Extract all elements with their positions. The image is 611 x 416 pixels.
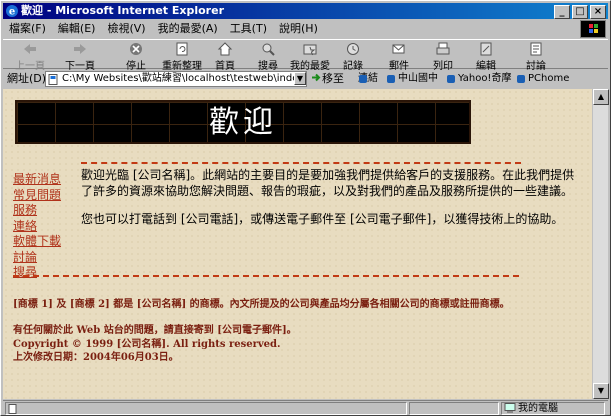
menu-view[interactable]: 檢視(V) [101,20,151,38]
window-title: 歡迎 - Microsoft Internet Explorer [21,4,224,17]
last-modified: 上次修改日期：2004年06月03日。 [13,352,179,363]
scroll-down-arrow[interactable]: ▼ [593,383,609,399]
nav-link-news[interactable]: 最新消息 [13,172,61,188]
edit-page-icon [480,42,492,56]
links-label: 連結 [358,71,378,87]
go-button[interactable]: 移至 [311,70,344,88]
go-label: 移至 [322,72,344,85]
home-icon [217,42,233,56]
browser-window: e 歡迎 - Microsoft Internet Explorer _ □ ×… [0,0,611,416]
printer-icon [436,42,450,55]
mail-icon [392,44,405,54]
history-button[interactable]: 記錄 [337,42,369,72]
vertical-scrollbar[interactable]: ▲ ▼ [592,89,609,399]
favorites-folder-icon [303,44,317,56]
home-button[interactable]: 首頁 [209,42,241,72]
maximize-button[interactable]: □ [572,5,588,19]
menu-bar: 檔案(F) 編輯(E) 檢視(V) 我的最愛(A) 工具(T) 說明(H) [3,20,608,38]
ie-icon: e [6,5,18,18]
discuss-icon [530,42,542,56]
menu-edit[interactable]: 編輯(E) [52,20,102,38]
minimize-button[interactable]: _ [554,5,570,19]
back-arrow-icon [24,44,36,54]
nav-link-search[interactable]: 搜尋 [13,265,61,281]
windows-logo-icon [580,20,606,38]
refresh-icon [176,42,188,56]
page-icon [48,74,58,85]
security-zone: 我的電腦 [501,402,605,415]
menu-help[interactable]: 說明(H) [273,20,324,38]
trademark-notice: [商標 1] 及 [商標 2] 都是 [公司名稱] 的商標。內文所提及的公司與產… [13,299,510,310]
svg-text:e: e [9,7,15,18]
link-zhongshan[interactable]: 中山國中 [386,71,438,87]
nav-link-contact[interactable]: 連絡 [13,219,61,235]
search-button[interactable]: 搜尋 [251,42,285,72]
nav-link-downloads[interactable]: 軟體下載 [13,234,61,250]
contact-notice: 有任何關於此 Web 站台的問題，請直接寄到 [公司電子郵件]。 [13,325,297,336]
discuss-button[interactable]: 討論 [519,42,553,72]
toolbar: 上一頁 下一頁 停止 重新整理 首頁 搜尋 我的最愛 記錄 郵件 列印 編輯 討… [3,39,608,72]
menu-tools[interactable]: 工具(T) [224,20,273,38]
stop-icon [130,43,142,55]
go-arrow-icon [312,73,321,82]
page-done-icon [8,404,17,414]
edit-button[interactable]: 編輯 [469,42,503,72]
scroll-up-arrow[interactable]: ▲ [593,89,609,105]
print-button[interactable]: 列印 [427,42,459,72]
intro-paragraph: 歡迎光臨 [公司名稱]。此網站的主要目的是要加強我們提供給客戶的支援服務。在此我… [81,168,575,198]
mail-button[interactable]: 郵件 [381,42,417,72]
bottom-divider [13,275,519,277]
title-bar[interactable]: e 歡迎 - Microsoft Internet Explorer _ □ × [3,3,608,19]
status-progress [409,402,499,415]
stop-button[interactable]: 停止 [117,42,155,72]
link-yahoo[interactable]: Yahoo!奇摩 [446,71,511,87]
close-button[interactable]: × [590,5,606,19]
forward-button[interactable]: 下一頁 [55,42,105,72]
nav-link-discussion[interactable]: 討論 [13,250,61,266]
menu-file[interactable]: 檔案(F) [3,20,52,38]
back-button[interactable]: 上一頁 [11,42,49,72]
nav-link-faq[interactable]: 常見問題 [13,188,61,204]
top-divider [81,162,521,164]
address-bar: 網址(D) C:\My Websites\歡站練習\localhost\test… [3,70,608,88]
page-content: 歡迎 最新消息 常見問題 服務 連絡 軟體下載 討論 搜尋 歡迎光臨 [公司名稱… [3,89,594,399]
history-icon [347,43,359,55]
search-icon [262,43,275,56]
side-nav: 最新消息 常見問題 服務 連絡 軟體下載 討論 搜尋 [13,172,61,281]
refresh-button[interactable]: 重新整理 [157,42,207,72]
security-zone-label: 我的電腦 [518,403,558,414]
banner-title: 歡迎 [209,105,277,140]
nav-link-services[interactable]: 服務 [13,203,61,219]
contact-paragraph: 您也可以打電話到 [公司電話]，或傳送電子郵件至 [公司電子郵件]，以獲得技術上… [81,212,564,226]
welcome-banner: 歡迎 [15,100,471,144]
link-pchome[interactable]: PChome [516,71,569,87]
status-bar: 我的電腦 [3,400,608,415]
address-value: C:\My Websites\歡站練習\localhost\testweb\in… [62,73,307,84]
main-text: 歡迎光臨 [公司名稱]。此網站的主要目的是要加強我們提供給客戶的支援服務。在此我… [81,167,585,239]
status-message [5,402,407,415]
favorites-button[interactable]: 我的最愛 [287,42,333,72]
my-computer-icon [504,403,516,413]
address-dropdown-button[interactable]: ▼ [294,72,306,85]
forward-arrow-icon [74,44,86,54]
address-input[interactable]: C:\My Websites\歡站練習\localhost\testweb\in… [45,71,307,87]
menu-favorites[interactable]: 我的最愛(A) [152,20,224,38]
address-label: 網址(D) [7,72,47,85]
